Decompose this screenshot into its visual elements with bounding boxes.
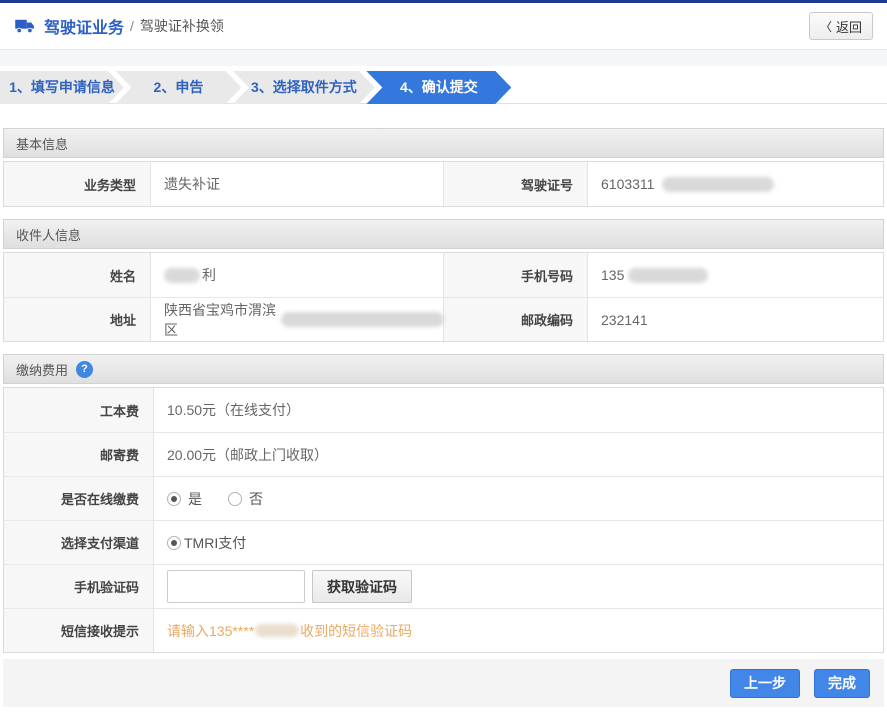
- address-label: 地址: [4, 298, 151, 341]
- radio-online-pay-no[interactable]: [228, 492, 242, 506]
- table-row: 短信接收提示 请输入135**** 收到的短信验证码: [4, 608, 883, 652]
- table-row: 选择支付渠道 TMRI支付: [4, 520, 883, 564]
- phone-value: 135: [588, 253, 883, 297]
- header-divider-strip: [0, 50, 887, 66]
- postcode-value: 232141: [588, 298, 883, 341]
- table-row: 地址 陕西省宝鸡市渭滨区 邮政编码 232141: [4, 297, 883, 341]
- page-header: 驾驶证业务 / 驾驶证补换领 〈 返回: [0, 3, 887, 50]
- pay-channel-label: 选择支付渠道: [4, 521, 154, 564]
- postage-fee-label: 邮寄费: [4, 433, 154, 476]
- redacted-blur: [255, 624, 299, 637]
- radio-tmri-label: TMRI支付: [184, 533, 246, 553]
- redacted-blur: [164, 268, 200, 283]
- footer-action-bar: 上一步 完成: [3, 659, 884, 707]
- sms-code-label: 手机验证码: [4, 565, 154, 608]
- page-title: 驾驶证业务: [44, 14, 124, 38]
- chevron-left-icon: 〈: [820, 18, 832, 35]
- postage-fee-value: 20.00元（邮政上门收取）: [154, 433, 883, 476]
- pay-channel-options: TMRI支付: [154, 521, 883, 564]
- table-row: 姓名 利 手机号码 135: [4, 253, 883, 297]
- fees-table: 工本费 10.50元（在线支付） 邮寄费 20.00元（邮政上门收取） 是否在线…: [3, 387, 884, 653]
- sms-code-field: 获取验证码: [154, 565, 883, 608]
- online-pay-label: 是否在线缴费: [4, 477, 154, 520]
- table-row: 是否在线缴费 是 否: [4, 476, 883, 520]
- step-tab-4-active[interactable]: 4、确认提交: [366, 71, 511, 104]
- step-tabs: 1、填写申请信息 2、申告 3、选择取件方式 4、确认提交: [0, 66, 887, 104]
- radio-no-label: 否: [249, 489, 263, 509]
- back-button-label: 返回: [836, 17, 862, 36]
- step-tab-3[interactable]: 3、选择取件方式: [233, 71, 375, 104]
- finish-button[interactable]: 完成: [814, 669, 870, 698]
- license-no-label: 驾驶证号: [443, 162, 588, 206]
- radio-yes-label: 是: [188, 489, 202, 509]
- table-row: 手机验证码 获取验证码: [4, 564, 883, 608]
- step-tab-2[interactable]: 2、申告: [115, 71, 241, 104]
- table-row: 工本费 10.50元（在线支付）: [4, 388, 883, 432]
- section-header-basic-info: 基本信息: [3, 128, 884, 158]
- section-title: 收件人信息: [16, 225, 81, 244]
- business-type-label: 业务类型: [4, 162, 151, 206]
- radio-online-pay-yes[interactable]: [167, 492, 181, 506]
- radio-tmri-pay[interactable]: [167, 536, 181, 550]
- breadcrumb-current: 驾驶证补换领: [140, 16, 224, 36]
- cost-fee-value: 10.50元（在线支付）: [154, 388, 883, 432]
- address-value: 陕西省宝鸡市渭滨区: [151, 298, 444, 341]
- truck-icon: [14, 18, 36, 34]
- sms-code-input[interactable]: [167, 570, 305, 603]
- postcode-label: 邮政编码: [443, 298, 588, 341]
- breadcrumb-separator: /: [130, 18, 134, 34]
- section-header-fees: 缴纳费用 ?: [3, 354, 884, 384]
- cost-fee-label: 工本费: [4, 388, 154, 432]
- online-pay-options: 是 否: [154, 477, 883, 520]
- table-row: 邮寄费 20.00元（邮政上门收取）: [4, 432, 883, 476]
- previous-step-button[interactable]: 上一步: [730, 669, 800, 698]
- recipient-info-table: 姓名 利 手机号码 135 地址 陕西省宝鸡市渭滨区 邮政编码 232141: [3, 252, 884, 342]
- basic-info-table: 业务类型 遗失补证 驾驶证号 6103311: [3, 161, 884, 207]
- section-title: 缴纳费用: [16, 360, 68, 379]
- sms-hint-label: 短信接收提示: [4, 609, 154, 652]
- get-code-button[interactable]: 获取验证码: [312, 570, 412, 603]
- section-header-recipient-info: 收件人信息: [3, 219, 884, 249]
- section-title: 基本信息: [16, 134, 68, 153]
- table-row: 业务类型 遗失补证 驾驶证号 6103311: [4, 162, 883, 206]
- sms-hint-text: 请输入135**** 收到的短信验证码: [154, 609, 883, 652]
- redacted-blur: [628, 268, 708, 283]
- redacted-blur: [281, 312, 444, 327]
- main-content: 基本信息 业务类型 遗失补证 驾驶证号 6103311 收件人信息 姓名 利 手…: [0, 104, 887, 653]
- name-value: 利: [151, 253, 444, 297]
- step-tab-1[interactable]: 1、填写申请信息: [0, 71, 124, 104]
- redacted-blur: [662, 177, 774, 192]
- license-no-value: 6103311: [588, 162, 883, 206]
- business-type-value: 遗失补证: [151, 162, 444, 206]
- help-icon[interactable]: ?: [76, 361, 93, 378]
- name-label: 姓名: [4, 253, 151, 297]
- phone-label: 手机号码: [443, 253, 588, 297]
- back-button[interactable]: 〈 返回: [809, 12, 873, 40]
